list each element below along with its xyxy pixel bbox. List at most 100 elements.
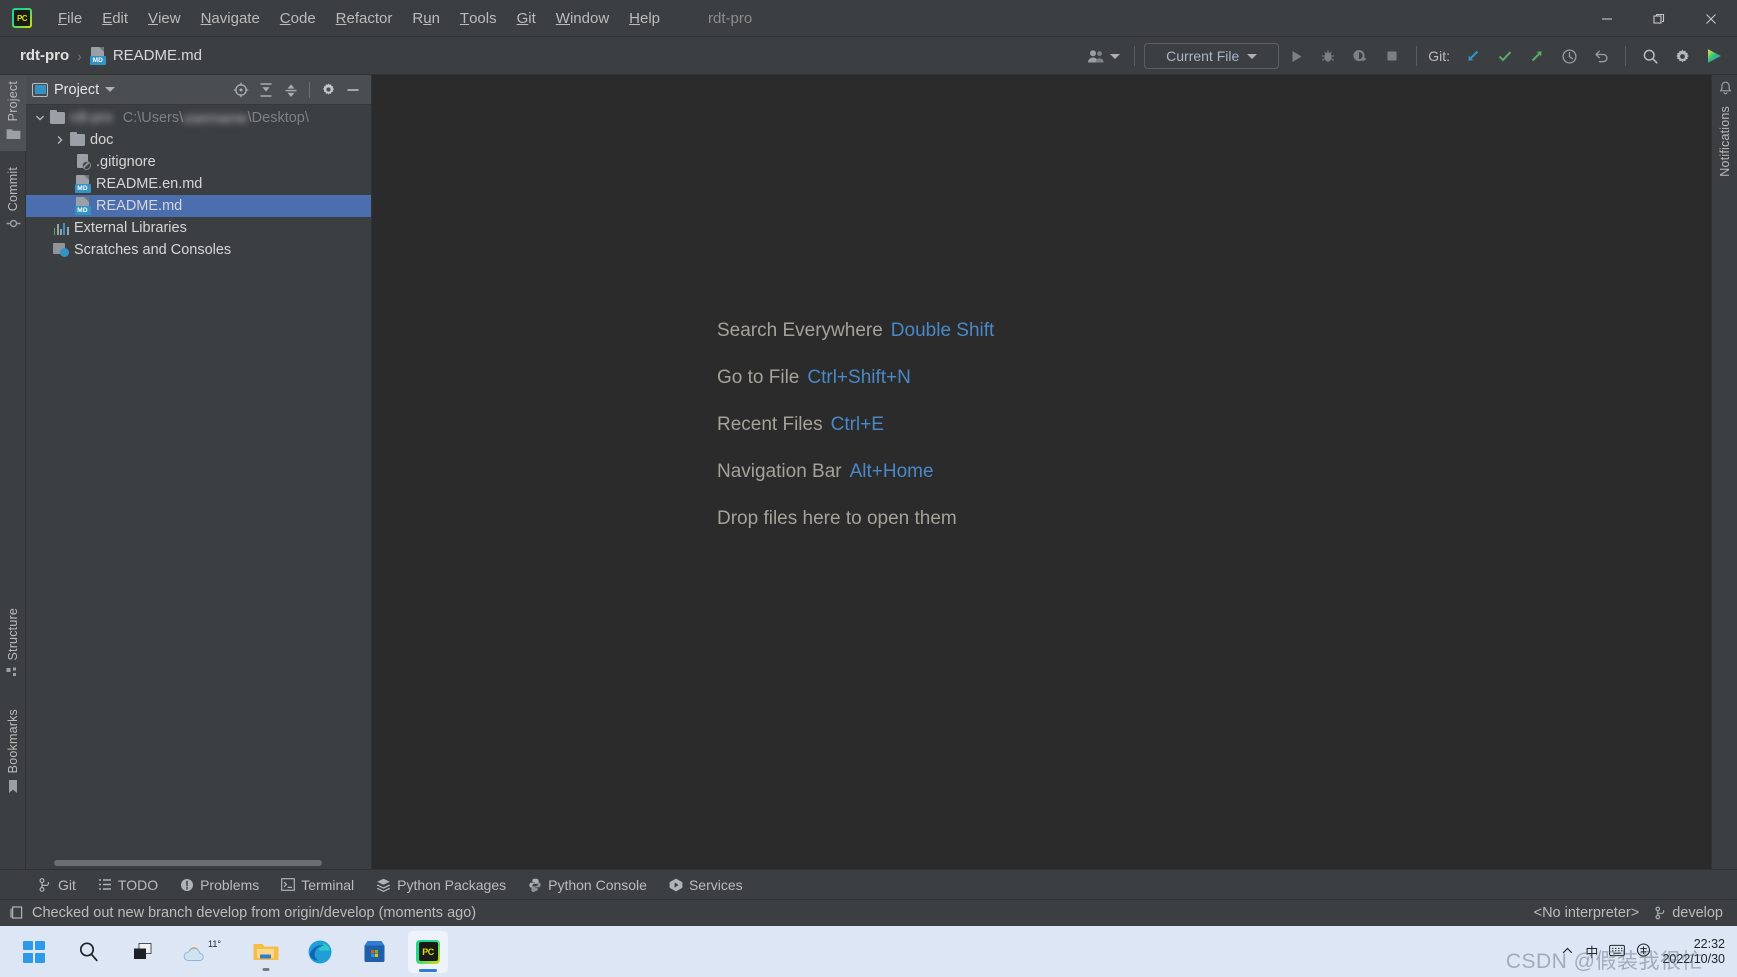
menu-item-tools[interactable]: Tools xyxy=(450,0,507,36)
menu-item-git[interactable]: Git xyxy=(507,0,546,36)
restore-button[interactable] xyxy=(1633,0,1685,37)
panel-action-divider xyxy=(309,81,310,98)
start-button[interactable] xyxy=(14,931,54,973)
hint-action-label: Search Everywhere xyxy=(717,320,883,341)
weather-widget[interactable]: 11° xyxy=(176,931,232,973)
sidebar-item-notifications[interactable]: Notifications xyxy=(1712,75,1737,183)
sidebar-item-notifications-label: Notifications xyxy=(1718,106,1732,177)
status-message[interactable]: Checked out new branch develop from orig… xyxy=(32,905,476,921)
chevron-down-icon[interactable] xyxy=(32,113,48,123)
project-options-button[interactable] xyxy=(316,78,340,102)
history-button[interactable] xyxy=(1554,42,1584,70)
stop-icon xyxy=(1387,51,1397,61)
ime-secondary-indicator[interactable] xyxy=(1636,943,1651,960)
microsoft-store-button[interactable] xyxy=(354,931,394,973)
interpreter-selector[interactable]: <No interpreter> xyxy=(1534,905,1640,921)
debug-button[interactable] xyxy=(1313,42,1343,70)
tree-row-scratches[interactable]: Scratches and Consoles xyxy=(26,239,371,261)
sidebar-item-bookmarks[interactable]: Bookmarks xyxy=(0,703,26,805)
project-window-icon xyxy=(32,82,48,97)
python-packages-icon xyxy=(377,878,391,892)
tree-row-project-root[interactable]: rdt-pro C:\Users\username\Desktop\ xyxy=(26,107,371,129)
rollback-button[interactable] xyxy=(1586,42,1616,70)
menu-item-code[interactable]: Code xyxy=(270,0,326,36)
collapse-all-button[interactable] xyxy=(279,78,303,102)
menu-item-navigate[interactable]: Navigate xyxy=(191,0,270,36)
chevron-right-icon[interactable] xyxy=(52,135,68,145)
tree-row-gitignore[interactable]: .gitignore xyxy=(26,151,371,173)
edge-button[interactable] xyxy=(300,931,340,973)
tool-window-python-console-label: Python Console xyxy=(548,876,647,893)
breadcrumb-file[interactable]: MD README.md xyxy=(86,45,206,67)
settings-button[interactable] xyxy=(1667,42,1697,70)
tool-window-problems-label: Problems xyxy=(200,876,260,893)
close-button[interactable] xyxy=(1685,0,1737,37)
pycharm-taskbar-button[interactable]: PC xyxy=(408,930,448,973)
run-with-coverage-button[interactable] xyxy=(1345,42,1375,70)
tool-window-services[interactable]: Services xyxy=(658,872,754,898)
hint-shortcut: Ctrl+E xyxy=(830,414,884,435)
minimize-button[interactable] xyxy=(1581,0,1633,37)
select-opened-file-icon xyxy=(233,82,249,97)
editor-area[interactable]: Search Everywhere Double Shift Go to File… xyxy=(372,75,1737,869)
problems-warning-icon xyxy=(181,878,194,891)
tool-window-todo-label: TODO xyxy=(117,876,159,893)
git-commit-button[interactable] xyxy=(1490,42,1520,70)
select-opened-file-button[interactable] xyxy=(229,78,253,102)
menu-item-view[interactable]: View xyxy=(138,0,191,36)
sidebar-item-structure[interactable]: Structure xyxy=(0,602,26,691)
stop-button[interactable] xyxy=(1377,42,1407,70)
run-anything-button[interactable] xyxy=(1699,42,1729,70)
menu-item-file[interactable]: File xyxy=(48,0,92,36)
menu-item-window[interactable]: Window xyxy=(546,0,619,36)
taskbar-clock[interactable]: 22:32 2022/10/30 xyxy=(1662,937,1725,967)
ime-keyboard-icon[interactable] xyxy=(1609,944,1626,960)
tool-window-terminal[interactable]: Terminal xyxy=(270,872,365,898)
hide-panel-button[interactable] xyxy=(341,78,365,102)
taskbar-search-button[interactable] xyxy=(68,931,108,973)
tool-window-git[interactable]: Git xyxy=(28,872,87,898)
user-accounts-button[interactable] xyxy=(1081,42,1125,70)
event-log-icon[interactable] xyxy=(10,906,24,920)
menu-item-edit[interactable]: Edit xyxy=(92,0,138,36)
run-button[interactable] xyxy=(1281,42,1311,70)
microsoft-store-icon xyxy=(364,941,384,962)
hint-shortcut: Alt+Home xyxy=(849,461,934,482)
project-tree-hscrollbar-track[interactable] xyxy=(26,857,371,869)
chevron-down-icon[interactable] xyxy=(105,87,116,92)
search-button[interactable] xyxy=(1635,42,1665,70)
task-view-icon xyxy=(133,943,151,959)
interpreter-label: <No interpreter> xyxy=(1533,905,1640,921)
task-view-button[interactable] xyxy=(122,931,162,973)
folder-icon xyxy=(68,131,86,146)
breadcrumb-project[interactable]: rdt-pro xyxy=(16,45,73,66)
markdown-tag: MD xyxy=(89,55,106,65)
tool-window-problems[interactable]: Problems xyxy=(169,872,270,898)
run-with-coverage-icon xyxy=(1353,50,1367,62)
tree-row-doc[interactable]: doc xyxy=(26,129,371,151)
sidebar-item-commit[interactable]: Commit xyxy=(0,161,26,241)
folder-icon xyxy=(48,109,66,124)
menu-item-run[interactable]: Run xyxy=(402,0,450,36)
ime-language-indicator[interactable]: 中 xyxy=(1585,942,1598,961)
expand-all-button[interactable] xyxy=(254,78,278,102)
menu-item-refactor[interactable]: Refactor xyxy=(326,0,403,36)
tree-row-readme-en[interactable]: MD README.en.md xyxy=(26,173,371,195)
tree-row-external-libraries[interactable]: External Libraries xyxy=(26,217,371,239)
git-update-project-button[interactable] xyxy=(1458,42,1488,70)
branch-label: develop xyxy=(1672,905,1723,921)
run-configuration-selector[interactable]: Current File xyxy=(1144,43,1280,69)
project-tree-hscrollbar-thumb[interactable] xyxy=(54,860,322,866)
tree-row-readme[interactable]: MD README.md xyxy=(26,195,371,217)
menu-item-help[interactable]: Help xyxy=(619,0,670,36)
collapse-all-icon xyxy=(285,83,297,97)
tool-window-python-packages[interactable]: Python Packages xyxy=(365,872,517,898)
branch-selector[interactable]: develop xyxy=(1655,905,1723,921)
git-push-button[interactable] xyxy=(1522,42,1552,70)
tool-window-todo[interactable]: TODO xyxy=(87,872,169,898)
tool-window-python-console[interactable]: Python Console xyxy=(517,872,658,898)
file-explorer-button[interactable] xyxy=(246,931,286,973)
show-hidden-icons-button[interactable] xyxy=(1561,944,1574,960)
project-tree[interactable]: rdt-pro C:\Users\username\Desktop\ doc .… xyxy=(26,105,371,857)
sidebar-item-project[interactable]: Project xyxy=(0,75,26,152)
